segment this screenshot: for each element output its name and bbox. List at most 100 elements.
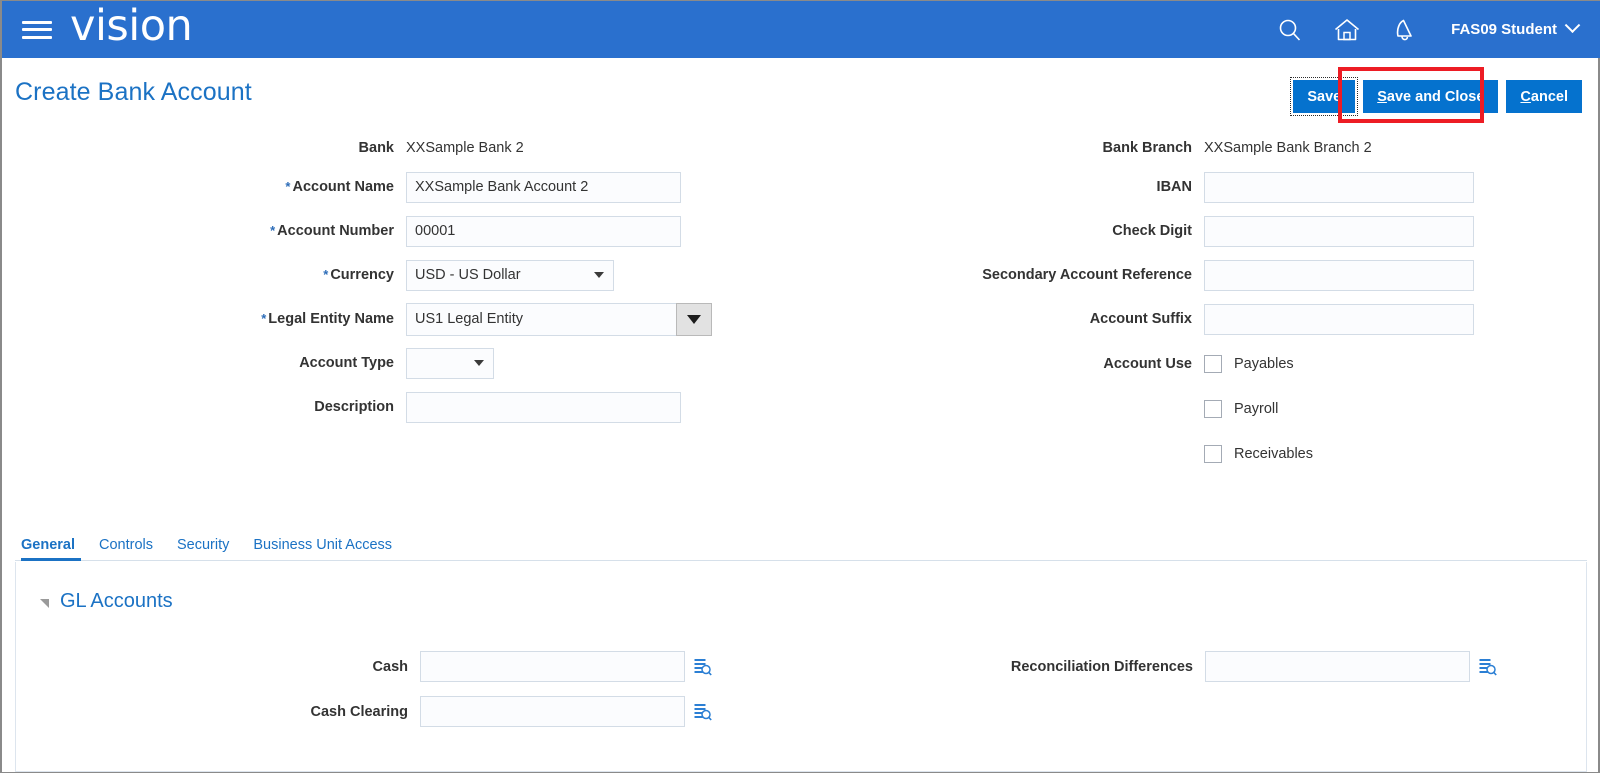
account-name-label: * Account Name bbox=[2, 179, 406, 195]
chevron-down-icon bbox=[1564, 17, 1581, 34]
legal-entity-name-dropdown-button[interactable] bbox=[676, 302, 712, 336]
account-suffix-input[interactable] bbox=[1204, 303, 1474, 335]
account-type-label: Account Type bbox=[299, 355, 394, 371]
legal-entity-name-label: * Legal Entity Name bbox=[2, 311, 406, 327]
form-right-column: Bank Branch XXSample Bank Branch 2 IBAN … bbox=[732, 131, 1532, 476]
currency-label-text: Currency bbox=[330, 267, 394, 283]
hamburger-line bbox=[22, 35, 52, 39]
bank-account-form: Bank XXSample Bank 2 * Account Name XXSam… bbox=[2, 131, 1600, 521]
field-account-name: * Account Name XXSample Bank Account 2 bbox=[2, 165, 732, 209]
required-marker: * bbox=[285, 179, 291, 194]
description-input[interactable] bbox=[406, 391, 681, 423]
save-and-close-button[interactable]: Save and Close bbox=[1363, 80, 1499, 113]
user-name-label: FAS09 Student bbox=[1451, 21, 1557, 38]
cash-clearing-input[interactable] bbox=[420, 696, 685, 727]
checkbox-receivables-label: Receivables bbox=[1234, 445, 1313, 462]
global-header: vision FAS09 Student bbox=[2, 1, 1600, 58]
page-title: Create Bank Account bbox=[15, 78, 252, 106]
account-use-label: Account Use bbox=[1103, 355, 1192, 372]
hamburger-line bbox=[22, 28, 52, 31]
checkbox-payroll[interactable] bbox=[1204, 399, 1222, 418]
required-marker: * bbox=[261, 311, 267, 326]
field-account-suffix: Account Suffix bbox=[732, 297, 1532, 341]
legal-entity-name-combobox: US1 Legal Entity bbox=[406, 302, 712, 336]
account-number-label: * Account Number bbox=[2, 223, 406, 239]
currency-select[interactable]: USD - US Dollar bbox=[406, 259, 614, 291]
secondary-account-reference-label: Secondary Account Reference bbox=[982, 267, 1192, 283]
cash-input[interactable] bbox=[420, 651, 685, 682]
page-action-buttons: Save Save and Close Cancel bbox=[1290, 77, 1582, 116]
cash-label: Cash bbox=[372, 658, 408, 675]
bank-value: XXSample Bank 2 bbox=[406, 140, 524, 156]
currency-selected-value: USD - US Dollar bbox=[415, 267, 521, 283]
tab-bar: General Controls Security Business Unit … bbox=[15, 529, 1587, 561]
checkbox-payables-label: Payables bbox=[1234, 355, 1294, 372]
hamburger-menu-icon[interactable] bbox=[22, 19, 52, 41]
reconciliation-differences-label: Reconciliation Differences bbox=[1010, 658, 1193, 675]
triangle-down-icon bbox=[687, 314, 701, 324]
field-account-use-payables: Account Use Payables bbox=[732, 341, 1532, 386]
gl-accounts-title[interactable]: GL Accounts bbox=[60, 590, 173, 613]
account-number-label-text: Account Number bbox=[277, 223, 394, 239]
cancel-accesskey: C bbox=[1520, 88, 1531, 105]
field-cash-clearing: Cash Clearing bbox=[16, 689, 746, 734]
chevron-down-icon bbox=[594, 272, 604, 278]
currency-label: * Currency bbox=[2, 267, 406, 283]
bell-icon[interactable] bbox=[1391, 17, 1417, 43]
save-button-label: Save bbox=[1307, 88, 1342, 105]
field-legal-entity-name: * Legal Entity Name US1 Legal Entity bbox=[2, 297, 732, 341]
reconciliation-differences-input[interactable] bbox=[1205, 651, 1470, 682]
hamburger-line bbox=[22, 20, 52, 24]
general-tab-panel: GL Accounts Cash Cash Clearing Reconcili… bbox=[15, 562, 1587, 772]
cancel-button[interactable]: Cancel bbox=[1506, 80, 1582, 113]
brand-logo[interactable]: vision bbox=[70, 5, 193, 54]
field-iban: IBAN bbox=[732, 165, 1532, 209]
legal-entity-name-label-text: Legal Entity Name bbox=[268, 311, 394, 327]
account-lov-search-icon[interactable] bbox=[1478, 657, 1497, 676]
save-button[interactable]: Save bbox=[1290, 77, 1359, 116]
tab-general[interactable]: General bbox=[15, 537, 87, 561]
account-lov-search-icon[interactable] bbox=[693, 657, 712, 676]
cancel-label: ancel bbox=[1530, 88, 1568, 105]
account-number-input[interactable]: 00001 bbox=[406, 215, 681, 247]
chevron-down-icon bbox=[474, 360, 484, 366]
page-header: Create Bank Account Save Save and Close … bbox=[2, 58, 1600, 126]
legal-entity-name-input[interactable]: US1 Legal Entity bbox=[406, 302, 676, 336]
required-marker: * bbox=[270, 223, 276, 238]
field-reconciliation-differences: Reconciliation Differences bbox=[746, 644, 1546, 689]
bank-branch-label: Bank Branch bbox=[1102, 140, 1192, 156]
gl-right-column: Reconciliation Differences bbox=[746, 644, 1546, 689]
field-cash: Cash bbox=[16, 644, 746, 689]
field-account-number: * Account Number 00001 bbox=[2, 209, 732, 253]
save-and-close-accesskey: S bbox=[1377, 88, 1387, 105]
iban-input[interactable] bbox=[1204, 171, 1474, 203]
cash-clearing-label: Cash Clearing bbox=[310, 703, 409, 720]
save-and-close-label: ave and Close bbox=[1386, 88, 1485, 105]
field-check-digit: Check Digit bbox=[732, 209, 1532, 253]
field-bank: Bank XXSample Bank 2 bbox=[2, 131, 732, 165]
checkbox-payables[interactable] bbox=[1204, 354, 1222, 373]
form-left-column: Bank XXSample Bank 2 * Account Name XXSam… bbox=[2, 131, 732, 429]
account-name-input[interactable]: XXSample Bank Account 2 bbox=[406, 171, 681, 203]
header-actions: FAS09 Student bbox=[1277, 17, 1600, 43]
description-label: Description bbox=[314, 399, 394, 415]
bank-label: Bank bbox=[358, 140, 394, 156]
checkbox-receivables[interactable] bbox=[1204, 444, 1222, 463]
secondary-account-reference-input[interactable] bbox=[1204, 259, 1474, 291]
gl-accounts-section-header: GL Accounts bbox=[16, 562, 1586, 613]
account-type-select[interactable] bbox=[406, 347, 494, 379]
account-lov-search-icon[interactable] bbox=[693, 702, 712, 721]
field-description: Description bbox=[2, 385, 732, 429]
search-icon[interactable] bbox=[1277, 17, 1303, 43]
checkbox-payroll-label: Payroll bbox=[1234, 400, 1279, 417]
check-digit-input[interactable] bbox=[1204, 215, 1474, 247]
check-digit-label: Check Digit bbox=[1112, 223, 1192, 239]
home-icon[interactable] bbox=[1333, 17, 1361, 43]
tab-security[interactable]: Security bbox=[165, 537, 241, 560]
triangle-collapse-icon[interactable] bbox=[40, 599, 49, 608]
tab-business-unit-access[interactable]: Business Unit Access bbox=[241, 537, 404, 560]
field-bank-branch: Bank Branch XXSample Bank Branch 2 bbox=[732, 131, 1532, 165]
required-marker: * bbox=[323, 267, 329, 282]
user-menu[interactable]: FAS09 Student bbox=[1451, 17, 1581, 38]
tab-controls[interactable]: Controls bbox=[87, 537, 165, 560]
